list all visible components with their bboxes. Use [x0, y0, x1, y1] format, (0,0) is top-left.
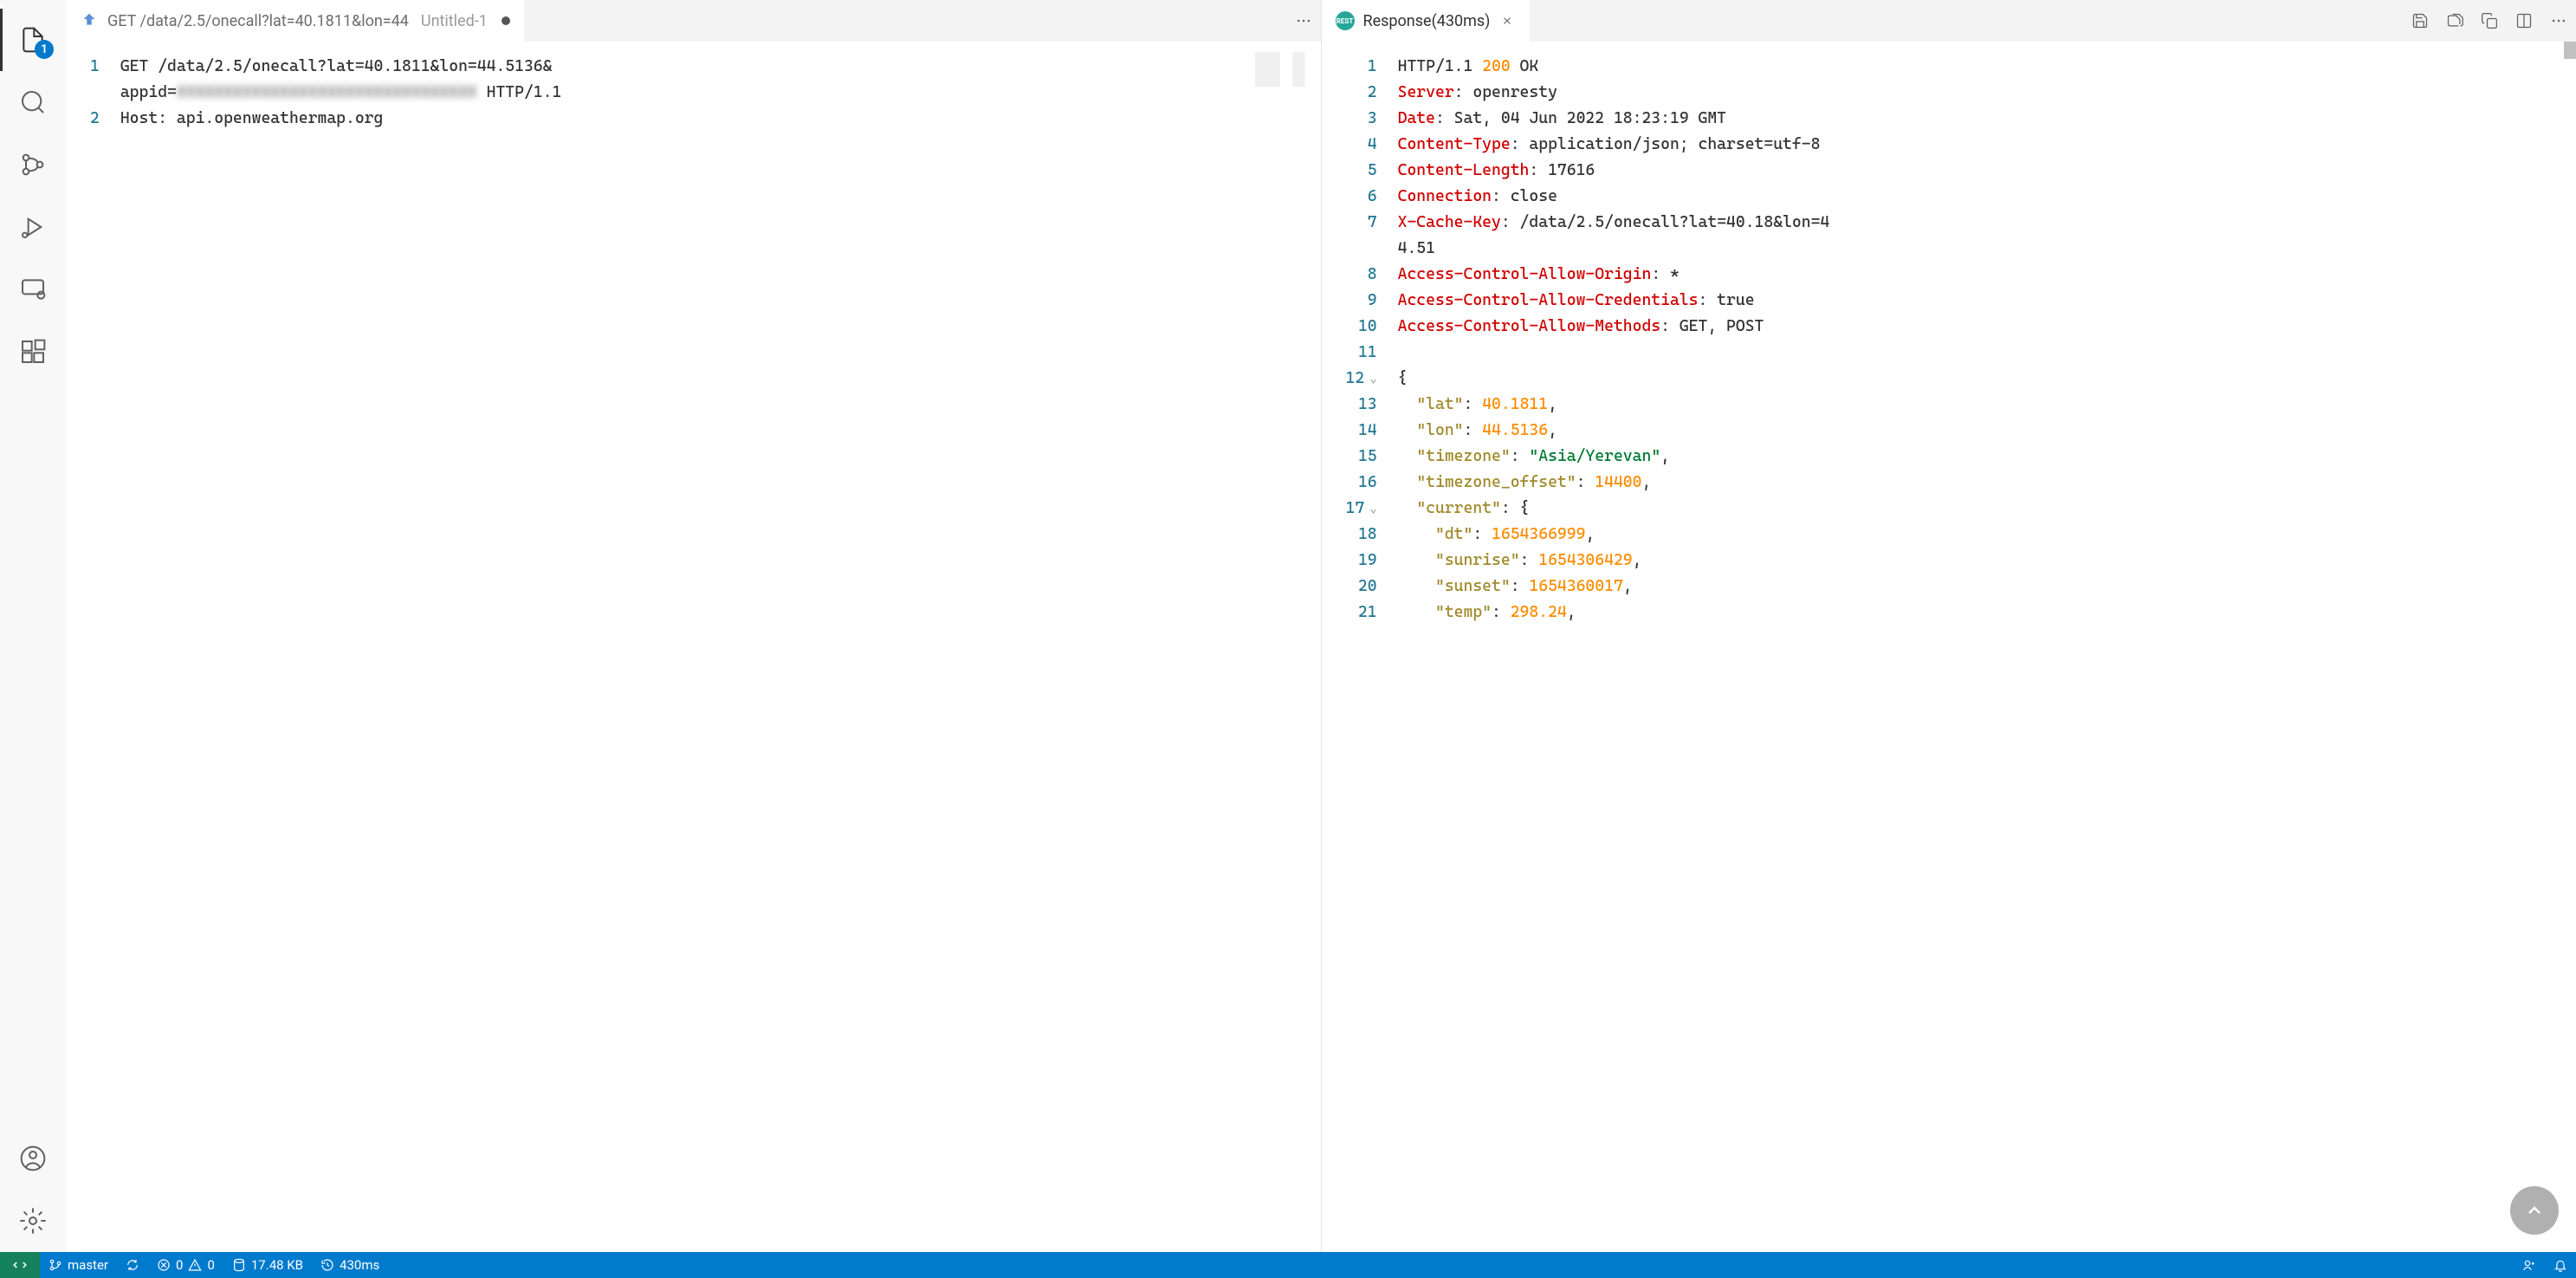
feedback-icon[interactable]	[2514, 1252, 2545, 1278]
extensions-icon[interactable]	[0, 321, 66, 383]
git-branch-label: master	[68, 1257, 108, 1273]
sync-status-icon[interactable]	[117, 1252, 148, 1278]
editor-pane-response: REST Response(430ms)	[1322, 0, 2576, 1252]
tab-bar-left: GET /data/2.5/onecall?lat=40.1811&lon=44…	[66, 0, 1321, 42]
http-method-icon	[80, 11, 99, 30]
run-debug-icon[interactable]	[0, 196, 66, 258]
scroll-to-top-button[interactable]	[2510, 1186, 2559, 1235]
response-gutter: 123456789101112⌄1314151617⌄18192021	[1322, 42, 1391, 1252]
activity-bar: 1	[0, 0, 66, 1252]
warning-count: 0	[207, 1257, 214, 1273]
size-status[interactable]: 17.48 KB	[223, 1252, 312, 1278]
save-response-icon[interactable]	[2403, 0, 2437, 42]
explorer-icon[interactable]: 1	[0, 9, 66, 71]
accounts-icon[interactable]	[0, 1127, 66, 1190]
tab-close-icon[interactable]	[1498, 12, 1516, 29]
tab-dirty-indicator	[502, 16, 510, 25]
rest-client-icon: REST	[1336, 11, 1355, 30]
time-label: 430ms	[340, 1257, 379, 1273]
response-editor-content[interactable]: 123456789101112⌄1314151617⌄18192021 HTTP…	[1322, 42, 2576, 1252]
settings-gear-icon[interactable]	[0, 1190, 66, 1252]
request-gutter: 1 2	[66, 42, 113, 1252]
time-status[interactable]: 430ms	[312, 1252, 388, 1278]
request-editor-content[interactable]: 1 2 GET /data/2.5/onecall?lat=40.1811&lo…	[66, 42, 1321, 1252]
scrollbar-track[interactable]	[2564, 42, 2576, 1252]
explorer-badge: 1	[35, 40, 54, 59]
tab-more-icon[interactable]	[2541, 0, 2576, 42]
problems-status[interactable]: 0 0	[148, 1252, 223, 1278]
remote-explorer-icon[interactable]	[0, 258, 66, 321]
response-code: HTTP/1.1 200 OKServer: openrestyDate: Sa…	[1391, 42, 1837, 1252]
tab-title: Response(430ms)	[1363, 12, 1491, 30]
save-all-response-icon[interactable]	[2437, 0, 2472, 42]
tab-more-icon[interactable]	[1286, 0, 1321, 42]
tab-bar-right: REST Response(430ms)	[1322, 0, 2576, 42]
tab-untitled-label: Untitled-1	[421, 12, 488, 30]
tab-response[interactable]: REST Response(430ms)	[1322, 0, 1531, 42]
size-label: 17.48 KB	[251, 1257, 303, 1273]
remote-status-icon[interactable]	[0, 1252, 40, 1278]
tab-title: GET /data/2.5/onecall?lat=40.1811&lon=44	[107, 12, 409, 30]
copy-response-icon[interactable]	[2472, 0, 2507, 42]
editor-pane-request: GET /data/2.5/onecall?lat=40.1811&lon=44…	[66, 0, 1322, 1252]
tab-request[interactable]: GET /data/2.5/onecall?lat=40.1811&lon=44…	[66, 0, 524, 42]
source-control-icon[interactable]	[0, 133, 66, 196]
git-branch-status[interactable]: master	[40, 1252, 117, 1278]
error-count: 0	[176, 1257, 183, 1273]
editor-area: GET /data/2.5/onecall?lat=40.1811&lon=44…	[66, 0, 2576, 1252]
notifications-icon[interactable]	[2545, 1252, 2576, 1278]
status-bar: master 0 0 17.48 KB 430ms	[0, 1252, 2576, 1278]
request-code: GET /data/2.5/onecall?lat=40.1811&lon=44…	[113, 42, 568, 1252]
split-editor-icon[interactable]	[2507, 0, 2541, 42]
search-icon[interactable]	[0, 71, 66, 133]
minimap[interactable]	[1255, 52, 1317, 87]
scrollbar-thumb[interactable]	[2564, 42, 2576, 59]
